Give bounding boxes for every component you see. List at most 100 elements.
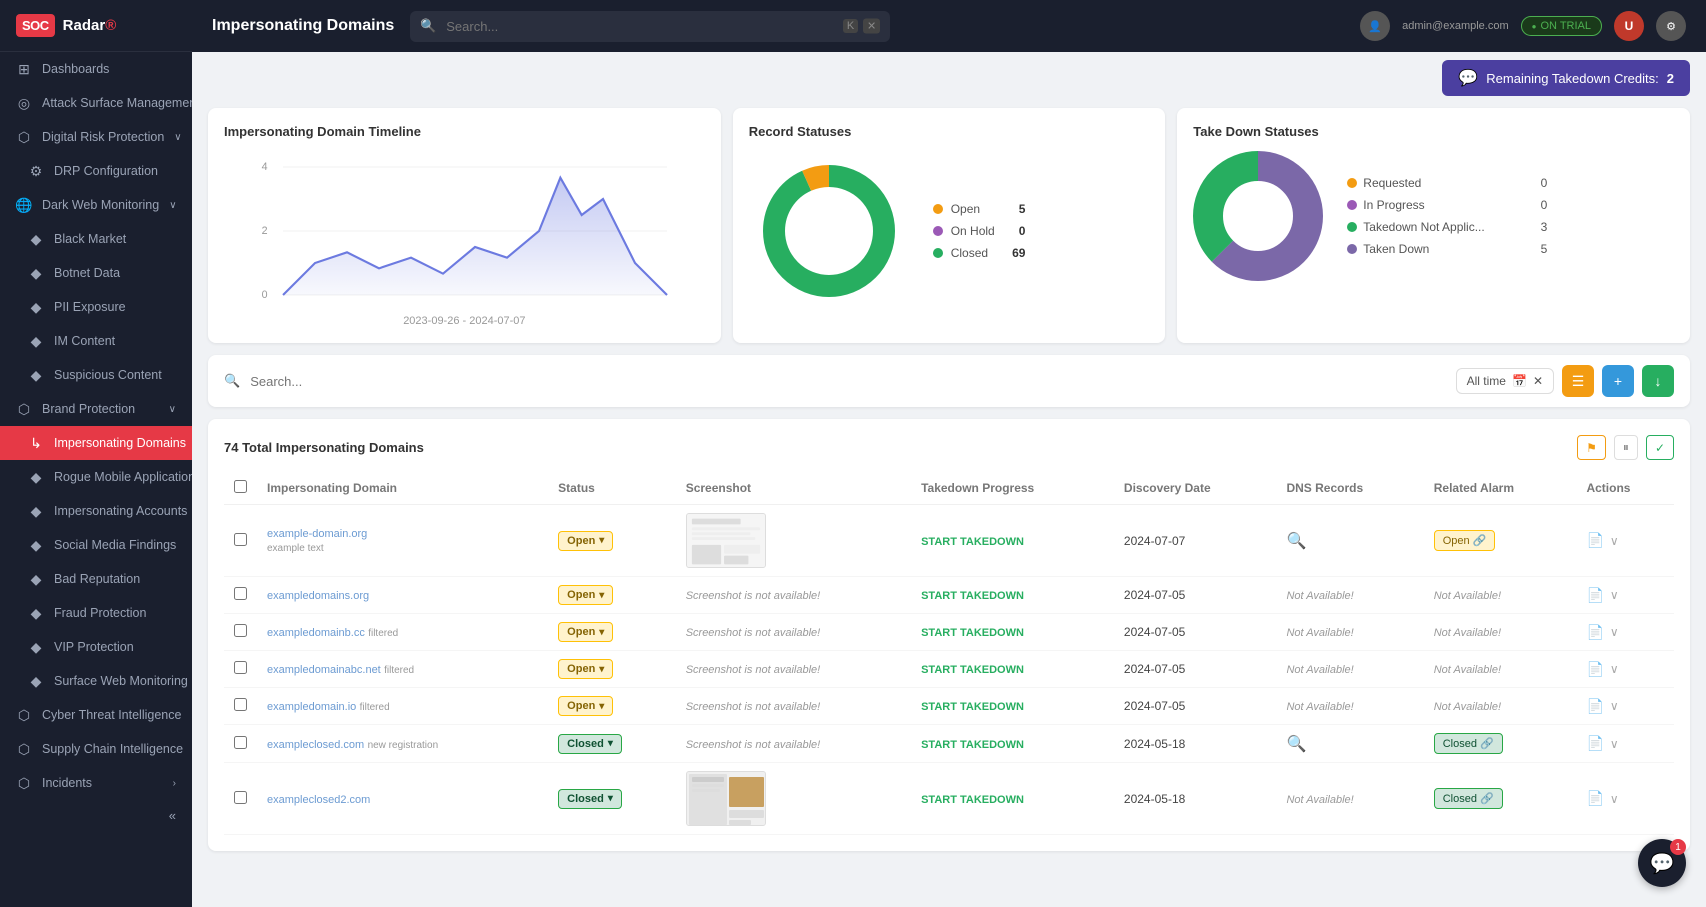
- row-actions-cell: 📄 ∨: [1576, 505, 1674, 577]
- domain-link[interactable]: example-domain.org: [267, 528, 538, 540]
- sidebar-item-social-media[interactable]: ◆ Social Media Findings: [0, 528, 192, 562]
- table-row: exampledomains.org Open ▾ Screenshot is …: [224, 577, 1674, 614]
- sidebar-item-im-content[interactable]: ◆ IM Content: [0, 324, 192, 358]
- sidebar-item-drp-config[interactable]: ⚙ DRP Configuration: [0, 154, 192, 188]
- notapplicable-dot: [1347, 222, 1357, 232]
- header-search-input[interactable]: [410, 11, 890, 42]
- filter-active-button[interactable]: ⚑: [1577, 435, 1606, 460]
- status-badge-open[interactable]: Open ▾: [558, 696, 613, 716]
- download-action-icon[interactable]: 📄: [1586, 587, 1603, 604]
- sidebar-item-supply-chain[interactable]: ⬡ Supply Chain Intelligence ›: [0, 732, 192, 766]
- download-action-icon[interactable]: 📄: [1586, 532, 1603, 549]
- sidebar-item-bad-reputation[interactable]: ◆ Bad Reputation: [0, 562, 192, 596]
- status-badge-open[interactable]: Open ▾: [558, 531, 613, 551]
- filter-search-input[interactable]: [250, 374, 1445, 389]
- expand-row-button[interactable]: ∨: [1610, 588, 1619, 602]
- takendown-label: Taken Down: [1363, 242, 1429, 256]
- row-checkbox[interactable]: [234, 587, 247, 600]
- alarm-badge-closed[interactable]: Closed 🔗: [1434, 733, 1503, 754]
- start-takedown-link[interactable]: START TAKEDOWN: [921, 701, 1024, 713]
- domain-link[interactable]: exampleclosed.com: [267, 739, 364, 751]
- row-checkbox[interactable]: [234, 661, 247, 674]
- sidebar-item-fraud-protection[interactable]: ◆ Fraud Protection: [0, 596, 192, 630]
- date-filter[interactable]: All time 📅 ✕: [1456, 368, 1554, 394]
- row-takedown-cell: START TAKEDOWN: [911, 725, 1114, 763]
- alarm-badge-closed[interactable]: Closed 🔗: [1434, 788, 1503, 809]
- download-action-icon[interactable]: 📄: [1586, 790, 1603, 807]
- notapplicable-count: 3: [1541, 220, 1548, 234]
- download-action-icon[interactable]: 📄: [1586, 735, 1603, 752]
- chevron-down-icon: ∨: [169, 200, 176, 211]
- chat-fab-button[interactable]: 💬 1: [1638, 839, 1686, 887]
- expand-row-button[interactable]: ∨: [1610, 699, 1619, 713]
- expand-row-button[interactable]: ∨: [1610, 625, 1619, 639]
- sidebar-item-dark-web[interactable]: 🌐 Dark Web Monitoring ∨: [0, 188, 192, 222]
- download-action-icon[interactable]: 📄: [1586, 698, 1603, 715]
- check-button[interactable]: ✓: [1646, 435, 1674, 460]
- takedown-legend-requested: Requested 0: [1347, 176, 1547, 190]
- download-action-icon[interactable]: 📄: [1586, 624, 1603, 641]
- domain-link[interactable]: exampledomains.org: [267, 590, 369, 602]
- sidebar-item-pii[interactable]: ◆ PII Exposure: [0, 290, 192, 324]
- status-badge-open[interactable]: Open ▾: [558, 659, 613, 679]
- dns-search-icon[interactable]: 🔍: [1286, 533, 1306, 550]
- domain-link[interactable]: exampledomain.io: [267, 701, 356, 713]
- export-button[interactable]: ↓: [1642, 365, 1674, 397]
- start-takedown-link[interactable]: START TAKEDOWN: [921, 794, 1024, 806]
- status-badge-closed[interactable]: Closed ▾: [558, 734, 622, 754]
- download-action-icon[interactable]: 📄: [1586, 661, 1603, 678]
- sidebar-item-brand-protection[interactable]: ⬡ Brand Protection ∨: [0, 392, 192, 426]
- add-button[interactable]: +: [1602, 365, 1634, 397]
- select-all-checkbox[interactable]: [234, 480, 247, 493]
- expand-row-button[interactable]: ∨: [1610, 662, 1619, 676]
- expand-row-button[interactable]: ∨: [1610, 737, 1619, 751]
- sidebar-item-digital-risk[interactable]: ⬡ Digital Risk Protection ∨: [0, 120, 192, 154]
- clear-date-icon[interactable]: ✕: [1533, 374, 1543, 388]
- table-actions: ⚑ ⏸ ✓: [1577, 435, 1674, 460]
- sidebar-item-incidents[interactable]: ⬡ Incidents ›: [0, 766, 192, 800]
- collapse-sidebar-button[interactable]: «: [0, 800, 192, 831]
- sidebar-item-rogue-mobile[interactable]: ◆ Rogue Mobile Applications: [0, 460, 192, 494]
- start-takedown-link[interactable]: START TAKEDOWN: [921, 627, 1024, 639]
- rogue-mobile-icon: ◆: [28, 469, 44, 485]
- row-checkbox[interactable]: [234, 791, 247, 804]
- action-icons: 📄 ∨: [1586, 624, 1664, 641]
- sidebar-item-surface-web[interactable]: ◆ Surface Web Monitoring: [0, 664, 192, 698]
- dns-not-available: Not Available!: [1286, 794, 1353, 806]
- sidebar-item-attack-surface[interactable]: ◎ Attack Surface Management ›: [0, 86, 192, 120]
- start-takedown-link[interactable]: START TAKEDOWN: [921, 590, 1024, 602]
- status-badge-open[interactable]: Open ▾: [558, 622, 613, 642]
- sidebar-item-vip-protection[interactable]: ◆ VIP Protection: [0, 630, 192, 664]
- alarm-badge-open[interactable]: Open 🔗: [1434, 530, 1496, 551]
- domain-link[interactable]: exampledomainb.cc: [267, 627, 365, 639]
- sidebar-item-black-market[interactable]: ◆ Black Market: [0, 222, 192, 256]
- sidebar-item-suspicious[interactable]: ◆ Suspicious Content: [0, 358, 192, 392]
- sidebar-item-impersonating-domains[interactable]: ↳ Impersonating Domains: [0, 426, 192, 460]
- status-badge-open[interactable]: Open ▾: [558, 585, 613, 605]
- start-takedown-link[interactable]: START TAKEDOWN: [921, 739, 1024, 751]
- filter-button[interactable]: ☰: [1562, 365, 1594, 397]
- row-checkbox[interactable]: [234, 736, 247, 749]
- sidebar-item-dashboards[interactable]: ⊞ Dashboards: [0, 52, 192, 86]
- row-checkbox[interactable]: [234, 698, 247, 711]
- search-clear-button[interactable]: ✕: [863, 19, 880, 34]
- domain-link[interactable]: exampledomainabc.net: [267, 664, 381, 676]
- sidebar-item-cyber-threat[interactable]: ⬡ Cyber Threat Intelligence ›: [0, 698, 192, 732]
- start-takedown-link[interactable]: START TAKEDOWN: [921, 536, 1024, 548]
- expand-row-button[interactable]: ∨: [1610, 792, 1619, 806]
- sidebar-item-botnet[interactable]: ◆ Botnet Data: [0, 256, 192, 290]
- status-badge-closed[interactable]: Closed ▾: [558, 789, 622, 809]
- pause-button[interactable]: ⏸: [1614, 435, 1638, 460]
- domain-link[interactable]: exampleclosed2.com: [267, 794, 370, 806]
- credits-count: 2: [1667, 71, 1674, 86]
- row-checkbox[interactable]: [234, 533, 247, 546]
- row-status-cell: Closed ▾: [548, 725, 676, 763]
- row-checkbox[interactable]: [234, 624, 247, 637]
- row-discovery-cell: 2024-07-05: [1114, 577, 1277, 614]
- sidebar-item-impersonating-accounts[interactable]: ◆ Impersonating Accounts: [0, 494, 192, 528]
- start-takedown-link[interactable]: START TAKEDOWN: [921, 664, 1024, 676]
- dns-search-icon[interactable]: 🔍: [1286, 736, 1306, 753]
- sidebar-item-label: Attack Surface Management: [42, 96, 192, 110]
- expand-row-button[interactable]: ∨: [1610, 534, 1619, 548]
- row-status-cell: Open ▾: [548, 577, 676, 614]
